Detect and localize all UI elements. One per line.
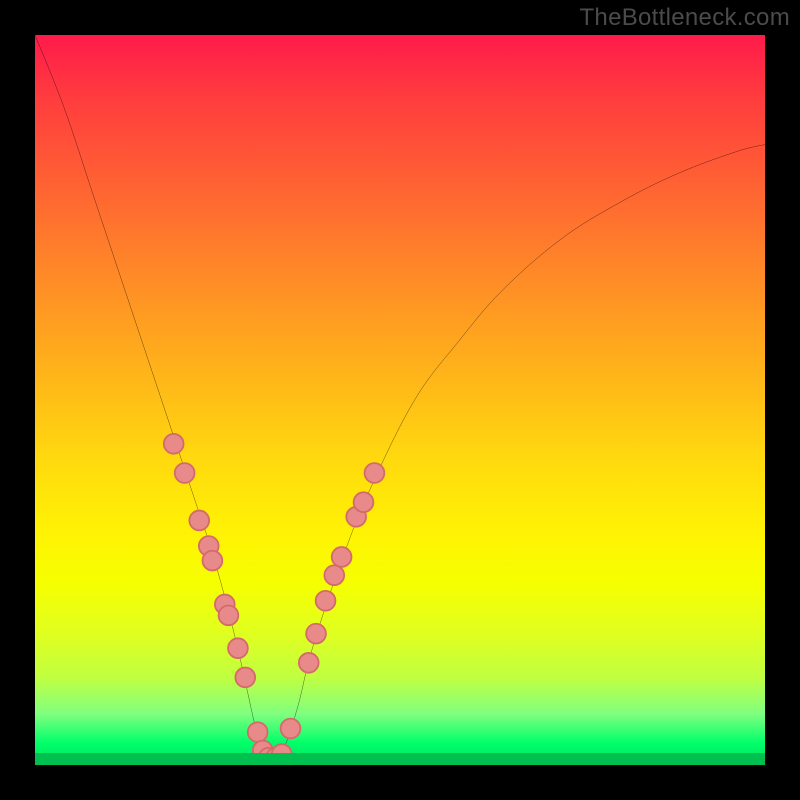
highlight-dot	[164, 434, 184, 454]
plot-area	[35, 35, 765, 765]
highlight-dot	[365, 463, 385, 483]
highlight-dot	[281, 719, 301, 739]
highlight-dot	[299, 653, 319, 673]
watermark-text: TheBottleneck.com	[579, 4, 790, 32]
bottom-green-strip	[35, 753, 765, 765]
highlight-dot	[324, 565, 344, 585]
highlight-dot	[203, 551, 223, 571]
highlight-dot	[332, 547, 352, 567]
highlight-dot	[354, 492, 374, 512]
highlight-dot	[228, 638, 248, 658]
highlight-dot	[248, 722, 268, 742]
highlight-dot	[219, 605, 239, 625]
highlight-dots-group	[164, 434, 384, 765]
highlight-dot	[316, 591, 336, 611]
chart-frame: TheBottleneck.com	[0, 0, 800, 800]
bottleneck-curve-path	[35, 35, 765, 759]
highlight-dot	[189, 511, 209, 531]
highlight-dot	[306, 624, 326, 644]
bottleneck-chart-svg	[35, 35, 765, 765]
highlight-dot	[235, 668, 255, 688]
highlight-dot	[175, 463, 195, 483]
